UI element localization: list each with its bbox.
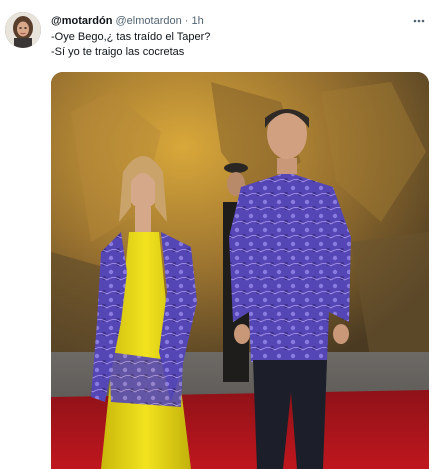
user-handle[interactable]: @elmotardon [116, 15, 182, 27]
display-name[interactable]: @motardón [51, 15, 112, 27]
tweet-text: -Oye Bego,¿ tas traído el Taper? -Sí yo … [51, 30, 210, 60]
separator-dot: · [184, 15, 189, 27]
avatar[interactable] [5, 12, 41, 48]
tweet-line-1: -Oye Bego,¿ tas traído el Taper? [51, 31, 211, 43]
more-options-icon[interactable] [412, 14, 426, 28]
tweet-photo[interactable] [51, 72, 429, 469]
tweet-line-2: -Sí yo te traigo las cocretas [51, 46, 185, 58]
timestamp[interactable]: 1h [192, 15, 204, 27]
tweet-header: @motardón @elmotardon · 1h [51, 14, 204, 28]
tweet-card[interactable]: @motardón @elmotardon · 1h -Oye Bego,¿ t… [0, 0, 442, 469]
